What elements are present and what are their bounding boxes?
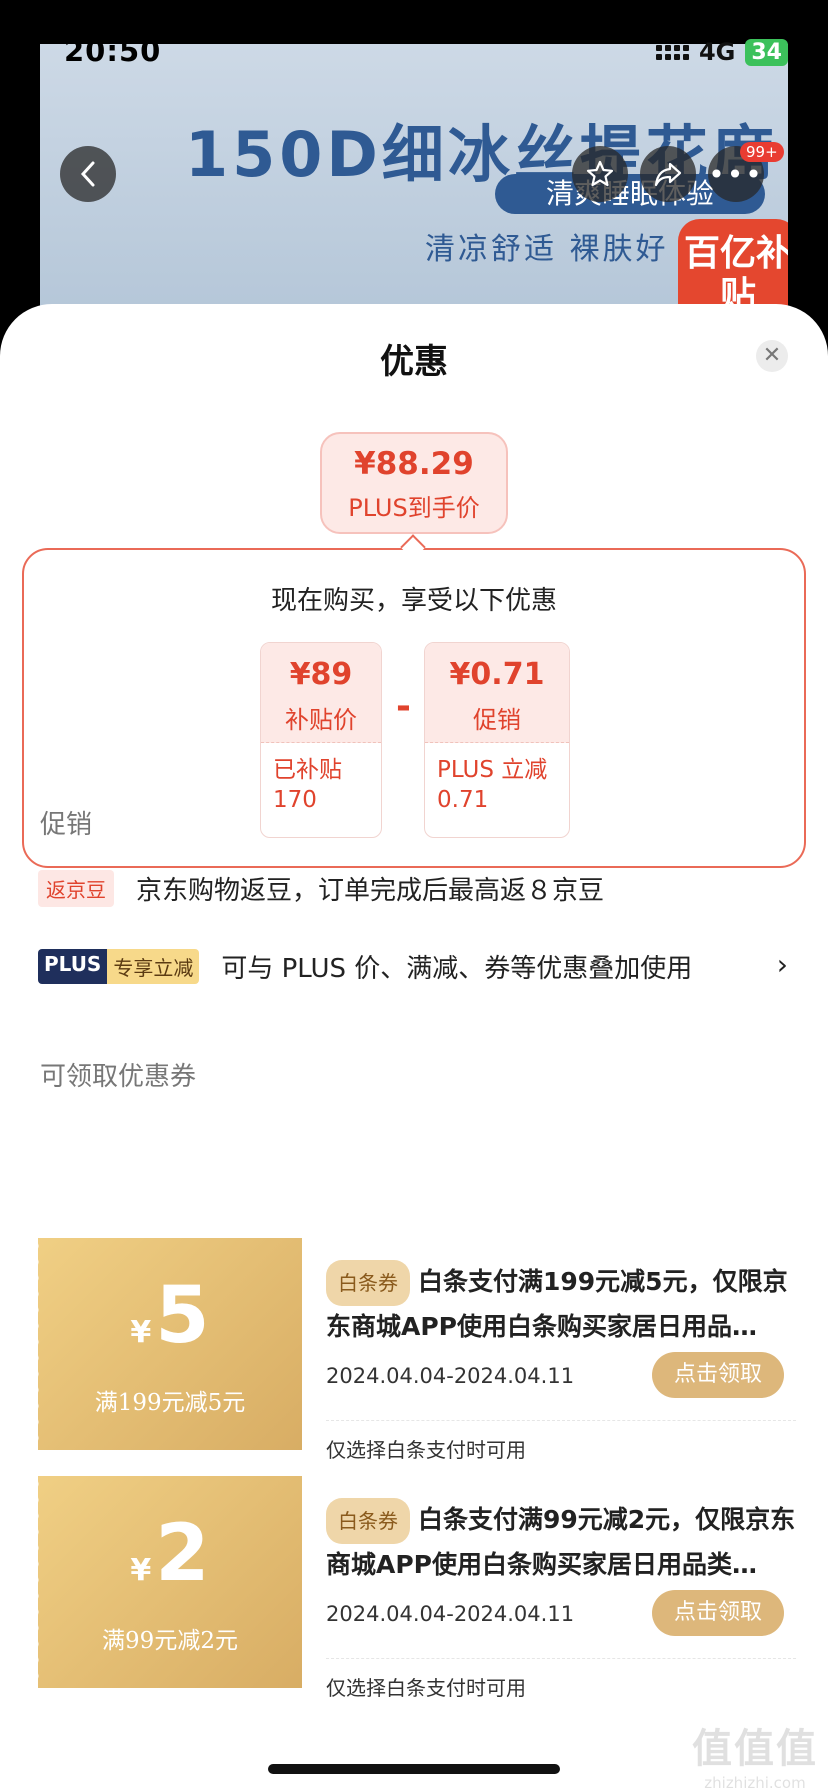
promo-row-jingdou[interactable]: 返京豆 京东购物返豆，订单完成后最高返８京豆	[38, 870, 604, 907]
coupon-amount: 2	[155, 1509, 210, 1599]
subsidy-card: ¥89 补贴价 已补贴 170	[260, 642, 382, 838]
more-dots-icon: •••	[708, 157, 764, 191]
plus-tag: PLUS 专享立减	[38, 949, 200, 984]
coupon-divider	[326, 1658, 796, 1659]
claim-coupon-button[interactable]: 点击领取	[652, 1590, 784, 1636]
coupon-tag: 白条券	[326, 1498, 410, 1544]
minus-operator: -	[396, 686, 411, 727]
promo-value: ¥0.71	[449, 657, 545, 692]
home-indicator[interactable]	[268, 1764, 560, 1774]
coupon-condition: 满99元减2元	[102, 1628, 238, 1654]
plus-tag-sub: 专享立减	[107, 949, 200, 984]
close-icon: ✕	[762, 343, 782, 368]
battery-icon: 34	[745, 38, 788, 66]
message-count-badge: 99+	[740, 142, 784, 162]
status-time: 20:50	[64, 34, 162, 68]
plus-tag-label: PLUS	[38, 949, 108, 984]
jingdou-tag: 返京豆	[38, 870, 114, 907]
coupon-date-range: 2024.04.04-2024.04.11	[326, 1364, 575, 1388]
subsidy-label: 补贴价	[285, 706, 357, 734]
promo-label: 促销	[473, 706, 521, 734]
plus-price-label: PLUS到手价	[348, 494, 480, 522]
coupon-condition: 满199元减5元	[94, 1390, 246, 1416]
favorite-button[interactable]	[572, 146, 628, 202]
sheet-title: 优惠	[380, 342, 448, 382]
promo-detail-label: PLUS 立减	[437, 757, 548, 783]
price-breakdown: 现在购买，享受以下优惠 ¥89 补贴价 已补贴 170 - ¥0.71 促销 P…	[22, 548, 806, 868]
close-button[interactable]: ✕	[756, 340, 788, 372]
watermark-url: zhizhizhi.com	[704, 1774, 806, 1792]
plus-price-amount: ¥88.29	[354, 446, 474, 482]
share-button[interactable]	[640, 146, 696, 202]
coupon-amount: 5	[155, 1271, 210, 1361]
coupon-note: 仅选择白条支付时可用	[326, 1438, 526, 1462]
promo-detail-value: 0.71	[437, 787, 489, 813]
subsidy-price: ¥89	[289, 657, 353, 692]
coupon-card: ¥5 满199元减5元 白条券 白条支付满199元减5元，仅限京东商城APP使用白…	[34, 1238, 804, 1462]
back-button[interactable]	[60, 146, 116, 202]
watermark: 值值值 zhizhizhi.com	[692, 1716, 818, 1792]
coupons-heading: 可领取优惠券	[40, 1062, 197, 1092]
promo-card: ¥0.71 促销 PLUS 立减 0.71	[424, 642, 570, 838]
share-icon	[654, 162, 682, 187]
signal-icon	[655, 44, 689, 60]
claim-coupon-button[interactable]: 点击领取	[652, 1352, 784, 1398]
coupon-tag: 白条券	[326, 1260, 410, 1306]
coupon-value-panel: ¥5 满199元减5元	[34, 1238, 302, 1450]
coupon-divider	[326, 1420, 796, 1421]
chevron-right-icon[interactable]: ›	[777, 948, 788, 981]
subsidy-detail-value: 170	[273, 787, 317, 813]
star-icon	[586, 160, 614, 187]
jingdou-text: 京东购物返豆，订单完成后最高返８京豆	[136, 876, 605, 906]
coupon-yen: ¥	[130, 1315, 152, 1350]
coupon-note: 仅选择白条支付时可用	[326, 1676, 526, 1700]
coupon-date-range: 2024.04.04-2024.04.11	[326, 1602, 575, 1626]
coupon-description: 白条券 白条支付满199元减5元，仅限京东商城APP使用白条购买家居日用品…	[326, 1260, 796, 1344]
banner-subtitle: 清凉舒适 裸肤好	[425, 232, 669, 267]
breakdown-title: 现在购买，享受以下优惠	[270, 586, 557, 616]
watermark-logo: 值值值	[692, 1726, 818, 1772]
discount-sheet: 优惠 ✕ ¥88.29 PLUS到手价 现在购买，享受以下优惠 ¥89 补贴价 …	[0, 304, 828, 1792]
coupon-value-panel: ¥2 满99元减2元	[34, 1476, 302, 1688]
promo-row-plus[interactable]: PLUS 专享立减 可与 PLUS 价、满减、券等优惠叠加使用	[38, 948, 692, 985]
coupon-yen: ¥	[130, 1553, 152, 1588]
plus-promo-text: 可与 PLUS 价、满减、券等优惠叠加使用	[221, 954, 693, 984]
subsidy-detail-label: 已补贴	[273, 757, 342, 783]
coupon-card: ¥2 满99元减2元 白条券 白条支付满99元减2元，仅限京东商城APP使用白条购…	[34, 1476, 804, 1700]
promotions-heading: 促销	[40, 810, 93, 840]
plus-price-box: ¥88.29 PLUS到手价	[320, 432, 508, 534]
coupon-description: 白条券 白条支付满99元减2元，仅限京东商城APP使用白条购买家居日用品类…	[326, 1498, 796, 1582]
chevron-left-icon	[80, 161, 95, 187]
status-indicators: 4G 34	[655, 38, 788, 66]
network-type: 4G	[698, 38, 736, 66]
